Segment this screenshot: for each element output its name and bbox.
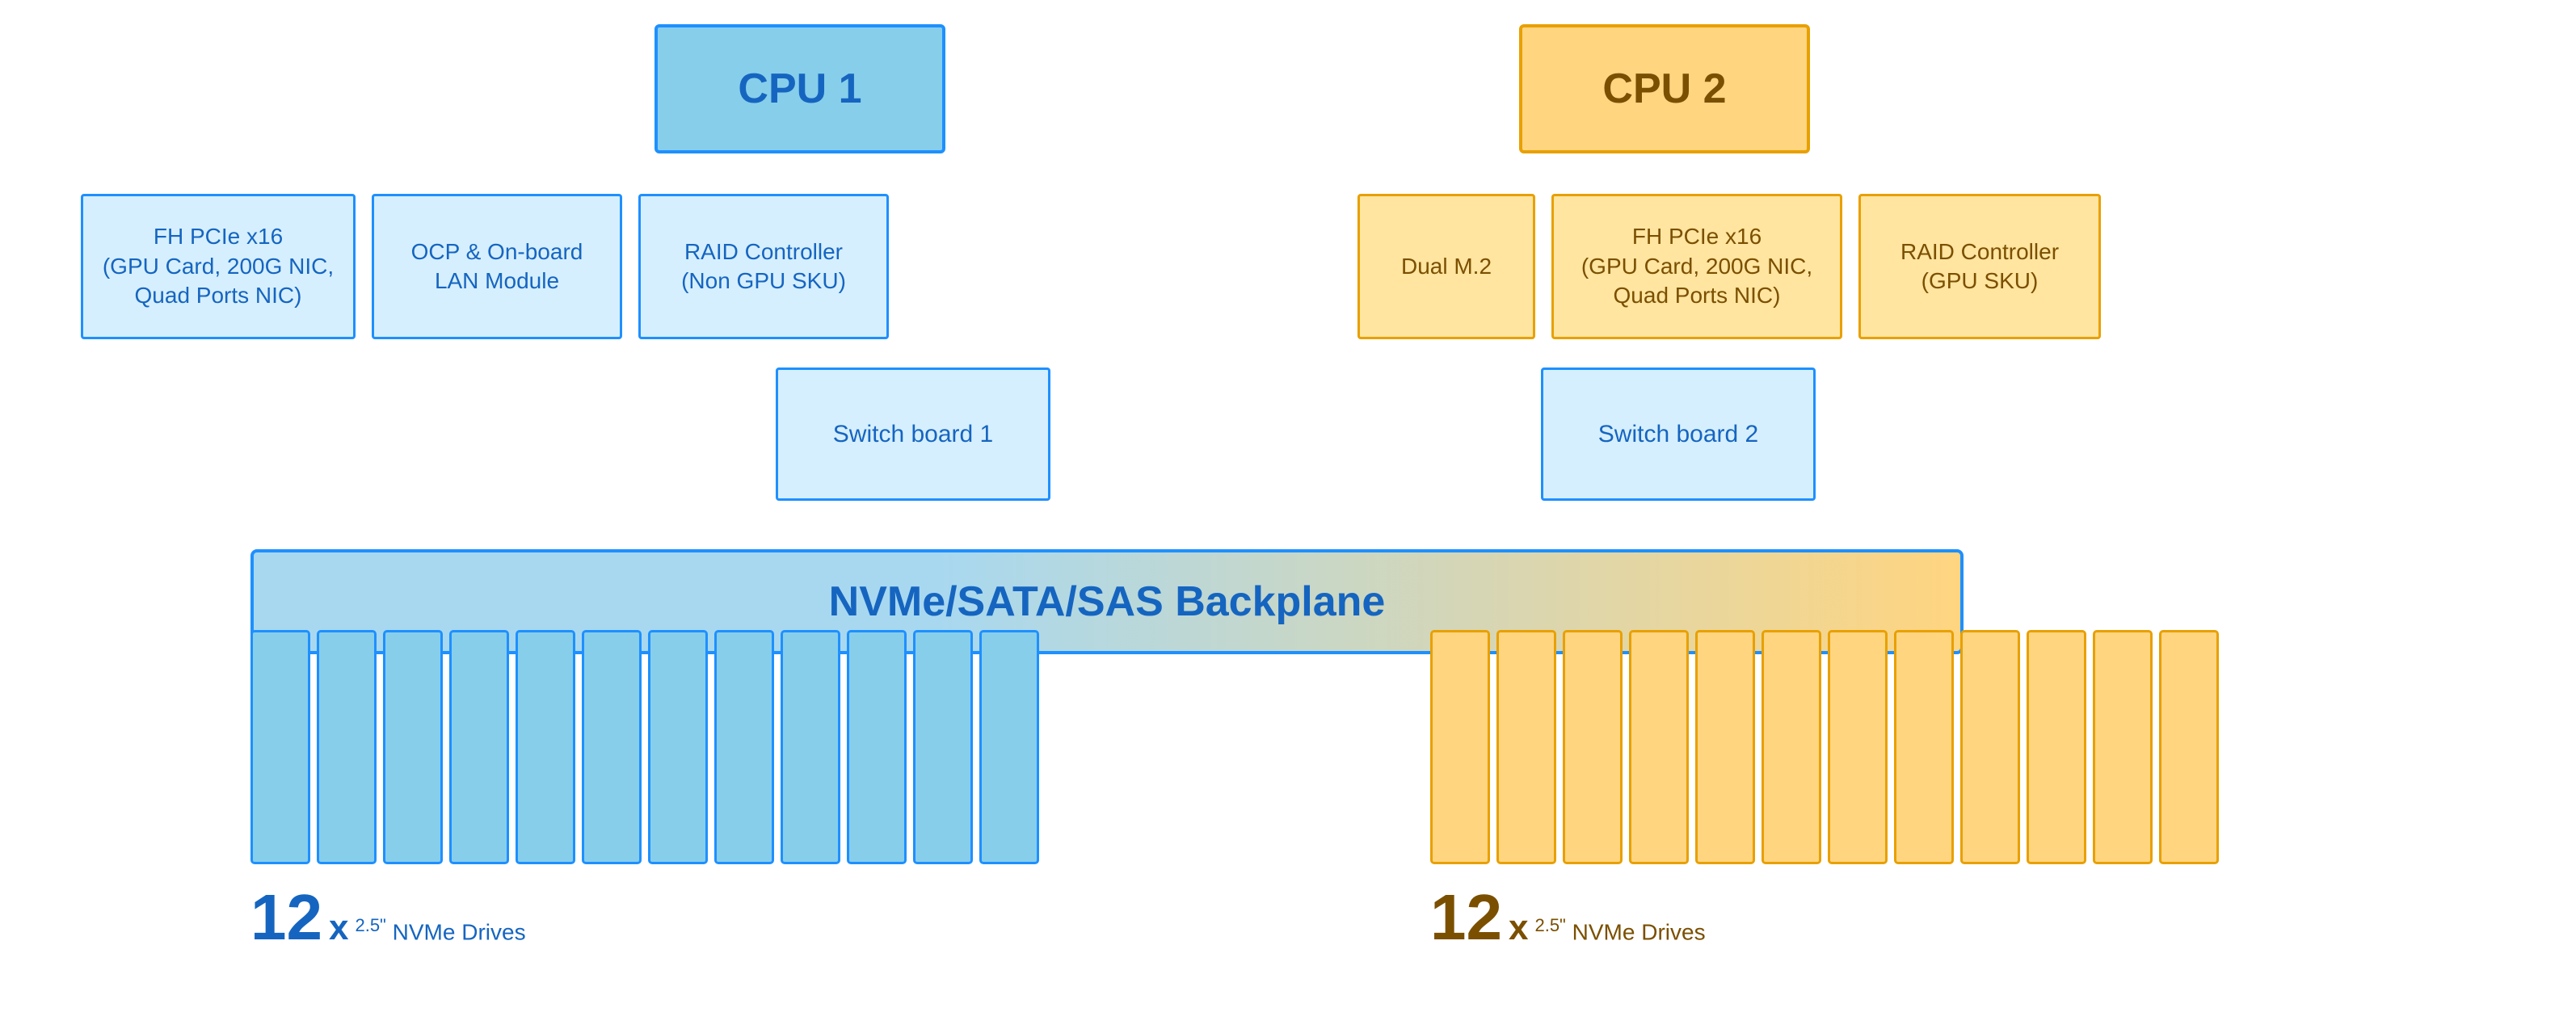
left-count-x: x (329, 908, 348, 948)
left-drive-slot (913, 630, 973, 864)
cpu1-box: CPU 1 (655, 24, 945, 153)
fh-pcie-cpu2-box: FH PCIe x16(GPU Card, 200G NIC,Quad Port… (1551, 194, 1842, 339)
left-count-number: 12 (250, 880, 322, 955)
left-drive-slot (516, 630, 575, 864)
raid-cpu1-label: RAID Controller(Non GPU SKU) (681, 237, 846, 296)
left-count-label: 2.5" NVMe Drives (355, 915, 525, 945)
left-drive-slot (449, 630, 509, 864)
ocp-cpu1-label: OCP & On-boardLAN Module (411, 237, 583, 296)
raid-cpu1-box: RAID Controller(Non GPU SKU) (638, 194, 889, 339)
fh-pcie-cpu2-label: FH PCIe x16(GPU Card, 200G NIC,Quad Port… (1581, 222, 1812, 310)
left-drive-slot (250, 630, 310, 864)
backplane-label: NVMe/SATA/SAS Backplane (829, 578, 1386, 626)
left-drive-slot (714, 630, 774, 864)
switch-board-2-box: Switch board 2 (1541, 368, 1816, 501)
right-drive-slot (1629, 630, 1689, 864)
left-drive-slot (317, 630, 377, 864)
right-count-label: 2.5" NVMe Drives (1534, 915, 1705, 945)
left-drive-slot (582, 630, 642, 864)
left-drive-slot (979, 630, 1039, 864)
left-drive-slot (383, 630, 443, 864)
cpu1-label: CPU 1 (738, 65, 861, 113)
left-drive-slot (781, 630, 840, 864)
ocp-cpu1-box: OCP & On-boardLAN Module (372, 194, 622, 339)
right-drive-slot (2159, 630, 2219, 864)
dual-m2-label: Dual M.2 (1401, 252, 1492, 281)
right-drive-slot (1960, 630, 2020, 864)
right-drive-count: 12 x 2.5" NVMe Drives (1430, 880, 1706, 955)
right-drive-slot (2027, 630, 2086, 864)
raid-cpu2-label: RAID Controller(GPU SKU) (1900, 237, 2059, 296)
right-drive-slot (1496, 630, 1556, 864)
fh-pcie-cpu1-label: FH PCIe x16(GPU Card, 200G NIC,Quad Port… (103, 222, 334, 310)
cpu2-label: CPU 2 (1602, 65, 1726, 113)
cpu2-box: CPU 2 (1519, 24, 1810, 153)
switch-board-1-box: Switch board 1 (776, 368, 1050, 501)
switch-board-1-label: Switch board 1 (833, 418, 993, 450)
right-drive-slot (1894, 630, 1954, 864)
right-drive-slot (1430, 630, 1490, 864)
left-drive-slot (847, 630, 907, 864)
left-drive-count: 12 x 2.5" NVMe Drives (250, 880, 526, 955)
right-drive-slot (1563, 630, 1623, 864)
right-drive-slot (2093, 630, 2153, 864)
right-count-x: x (1509, 908, 1528, 948)
right-drive-slot (1762, 630, 1821, 864)
right-drive-slot (1695, 630, 1755, 864)
diagram: CPU 1 CPU 2 FH PCIe x16(GPU Card, 200G N… (0, 0, 2576, 1029)
left-drive-slot (648, 630, 708, 864)
raid-cpu2-box: RAID Controller(GPU SKU) (1858, 194, 2101, 339)
fh-pcie-cpu1-box: FH PCIe x16(GPU Card, 200G NIC,Quad Port… (81, 194, 356, 339)
dual-m2-box: Dual M.2 (1357, 194, 1535, 339)
right-count-number: 12 (1430, 880, 1502, 955)
right-drive-slot (1828, 630, 1888, 864)
switch-board-2-label: Switch board 2 (1598, 418, 1758, 450)
